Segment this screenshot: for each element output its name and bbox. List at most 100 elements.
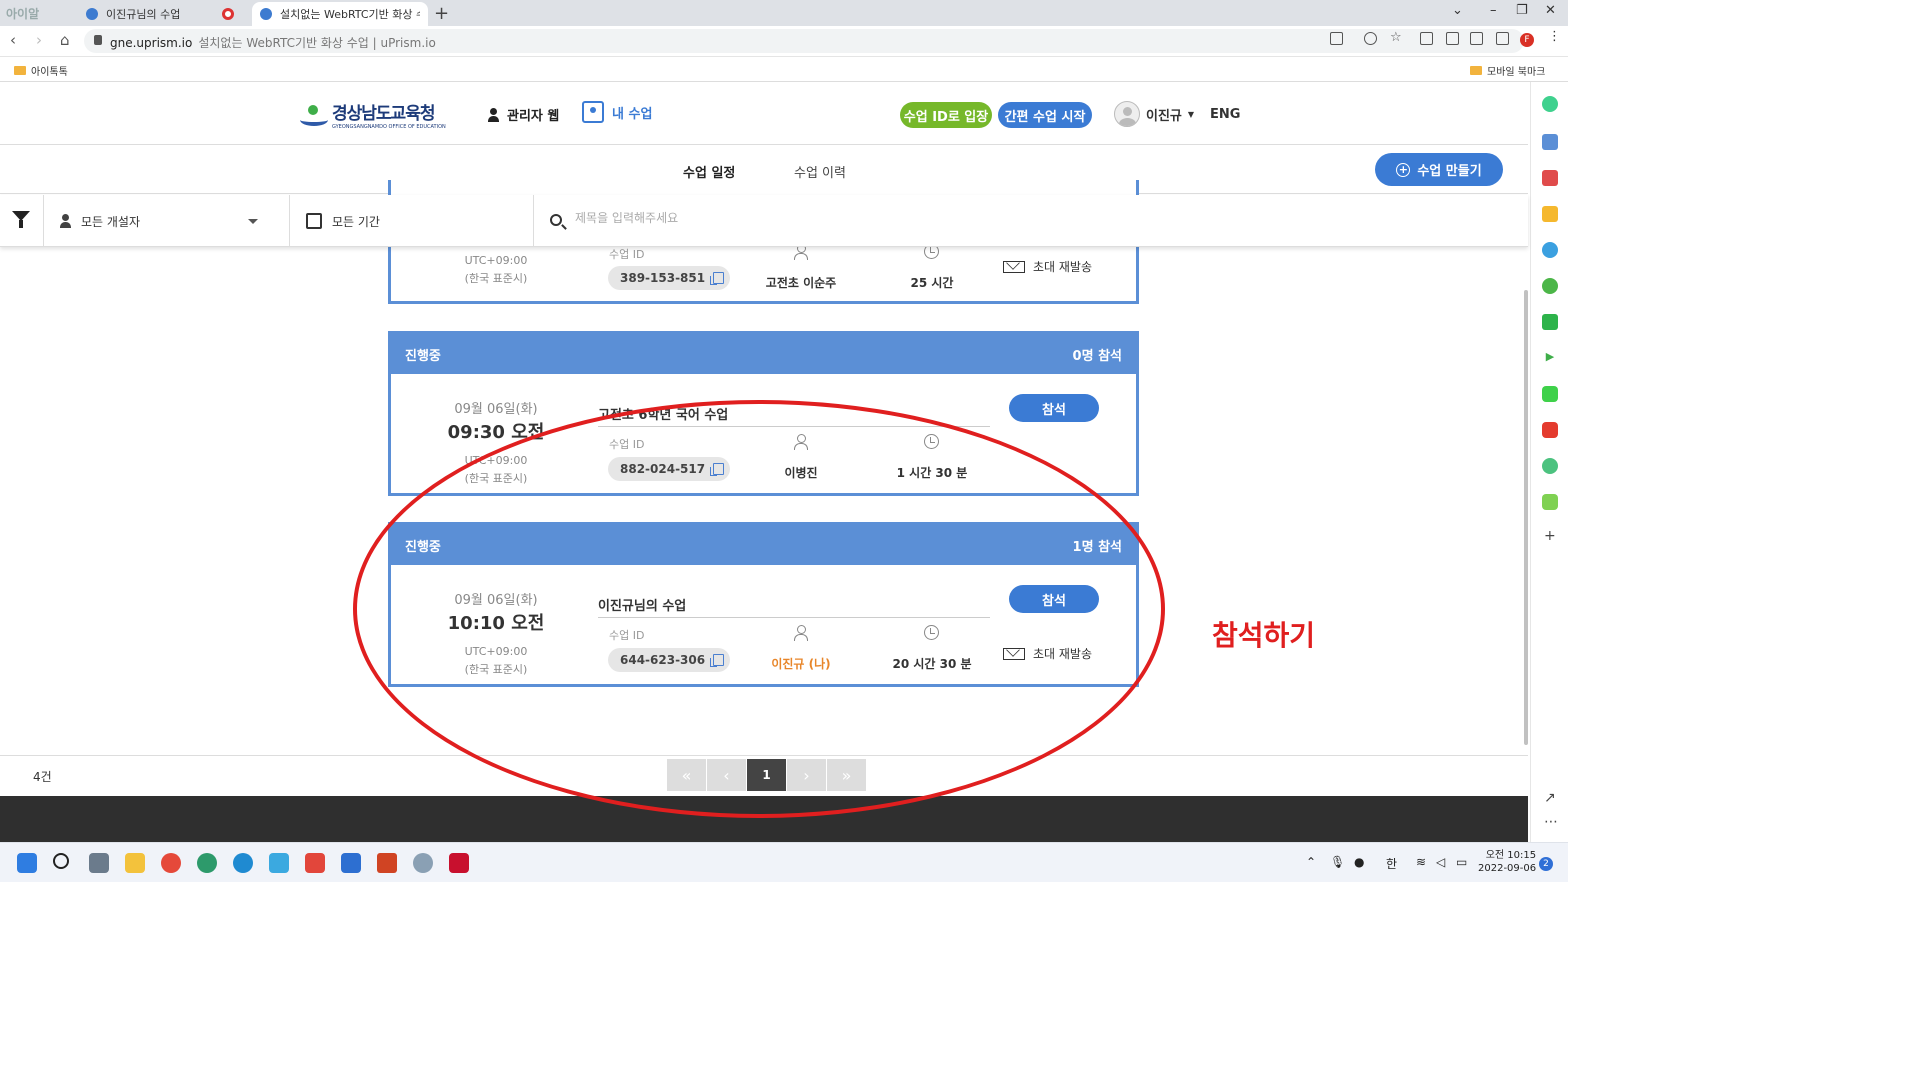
restore-button[interactable]: ❐ — [1516, 3, 1528, 18]
ime-indicator[interactable]: 한 — [1386, 855, 1397, 872]
browser-tab-1[interactable]: 이진규님의 수업 — [78, 2, 250, 26]
quick-start-button[interactable]: 간편 수업 시작 — [998, 102, 1092, 128]
browser-side-panel: ▶ + ↗ ⋯ — [1530, 82, 1568, 842]
prev-page-button[interactable]: ‹ — [707, 759, 747, 791]
chrome-icon[interactable] — [161, 853, 181, 873]
notification-badge[interactable]: 2 — [1539, 857, 1553, 871]
close-window-button[interactable]: ✕ — [1545, 3, 1556, 18]
acrobat-icon[interactable] — [449, 853, 469, 873]
extension-icon[interactable] — [1542, 96, 1558, 112]
class-id-value: 389-153-851 — [620, 271, 706, 285]
windows-start-icon[interactable] — [17, 853, 37, 873]
period-select[interactable]: 모든 기간 — [290, 195, 534, 247]
class-id-pill[interactable]: 389-153-851 — [608, 266, 730, 290]
sidepanel-toggle-icon[interactable] — [1496, 32, 1509, 45]
mic-icon[interactable]: 🎙 — [1330, 855, 1345, 869]
whale-icon[interactable] — [197, 853, 217, 873]
reload-translate-icon[interactable] — [1364, 32, 1377, 45]
game-icon[interactable] — [1542, 278, 1558, 294]
bookmark-folder-right[interactable]: 모바일 북마크 — [1470, 63, 1545, 78]
title-search-input[interactable] — [575, 211, 1475, 225]
tab-search-icon[interactable]: ⌄ — [1452, 3, 1463, 18]
bookmark-star-icon[interactable]: ☆ — [1390, 30, 1403, 45]
my-class-link[interactable]: 내 수업 — [582, 101, 652, 123]
tv-icon[interactable] — [1542, 386, 1558, 402]
last-page-button[interactable]: » — [827, 759, 867, 791]
create-class-button[interactable]: + 수업 만들기 — [1375, 153, 1503, 186]
powerpoint-icon[interactable] — [377, 853, 397, 873]
tab-schedule[interactable]: 수업 일정 — [681, 162, 735, 194]
class-id-value: 882-024-517 — [620, 462, 706, 476]
browser-tab-2-active[interactable]: 설치없는 WebRTC기반 화상 수업 — [252, 2, 428, 26]
logo-text-kr: 경상남도교육청 — [332, 104, 435, 124]
calculator-icon[interactable] — [89, 853, 109, 873]
bookmark-folder-left[interactable]: 아이톡톡 — [14, 63, 68, 78]
search-icon[interactable] — [53, 853, 69, 869]
naver-icon[interactable] — [1542, 314, 1558, 330]
tray-chevron-icon[interactable]: ⌃ — [1306, 855, 1316, 869]
record-icon[interactable] — [305, 853, 325, 873]
zoom-icon[interactable] — [1542, 494, 1558, 510]
tray-app-icon[interactable]: ● — [1354, 855, 1364, 869]
first-page-button[interactable]: « — [667, 759, 707, 791]
class-id-pill[interactable]: 644-623-306 — [608, 648, 730, 672]
media-icon[interactable] — [1542, 458, 1558, 474]
messenger-icon[interactable] — [413, 853, 433, 873]
wow-icon[interactable] — [1542, 422, 1558, 438]
join-button[interactable]: 참석 — [1009, 394, 1099, 422]
admin-web-link[interactable]: 관리자 웹 — [488, 105, 559, 124]
clock[interactable]: 오전 10:15 2022-09-06 — [1478, 849, 1536, 875]
more-icon[interactable]: ⋯ — [1544, 814, 1558, 830]
plus-circle-icon: + — [1396, 162, 1411, 177]
paint-icon[interactable] — [269, 853, 289, 873]
profile-avatar[interactable]: F — [1520, 33, 1534, 47]
copy-icon[interactable] — [710, 463, 725, 476]
class-id-value: 644-623-306 — [620, 653, 706, 667]
minimize-button[interactable]: – — [1490, 3, 1497, 18]
page-1-button[interactable]: 1 — [747, 759, 787, 791]
file-explorer-icon[interactable] — [125, 853, 145, 873]
annotation-note: 참석하기 — [1212, 619, 1316, 652]
home-icon[interactable]: ⌂ — [60, 31, 70, 49]
share-icon[interactable] — [1330, 32, 1343, 45]
edge-icon[interactable] — [1542, 242, 1558, 258]
tab-history[interactable]: 수업 이력 — [794, 162, 846, 181]
edge-icon[interactable] — [233, 853, 253, 873]
next-page-button[interactable]: › — [787, 759, 827, 791]
join-by-id-button[interactable]: 수업 ID로 입장 — [900, 102, 992, 128]
volume-icon[interactable]: ◁ — [1436, 855, 1445, 869]
class-title[interactable]: 이진규님의 수업 — [598, 595, 990, 618]
class-title[interactable]: 고전초 6학년 국어 수업 — [598, 404, 990, 427]
wallet-icon[interactable] — [1542, 134, 1558, 150]
forward-icon[interactable]: › — [36, 31, 42, 49]
resend-invite-label: 초대 재발송 — [1033, 647, 1093, 661]
filter-toggle[interactable] — [0, 195, 44, 247]
copy-icon[interactable] — [710, 272, 725, 285]
hancom-icon[interactable] — [341, 853, 361, 873]
resend-invite-button[interactable]: 초대 재발송 — [1003, 258, 1092, 275]
class-id-pill[interactable]: 882-024-517 — [608, 457, 730, 481]
cast-icon[interactable] — [1446, 32, 1459, 45]
logo[interactable]: 경상남도교육청 GYEONGSANGNAMDO OFFICE OF EDUCAT… — [300, 99, 446, 130]
battery-icon[interactable]: ▭ — [1456, 855, 1467, 869]
user-menu[interactable]: 이진규 ▼ — [1114, 101, 1194, 127]
wifi-icon[interactable]: ≋ — [1416, 855, 1426, 869]
download-icon[interactable] — [1420, 32, 1433, 45]
site-header: 경상남도교육청 GYEONGSANGNAMDO OFFICE OF EDUCAT… — [0, 83, 1528, 145]
join-button[interactable]: 참석 — [1009, 585, 1099, 613]
new-tab-button[interactable]: + — [434, 3, 449, 24]
screenshot-icon[interactable] — [1470, 32, 1483, 45]
host-select[interactable]: 모든 개설자 — [44, 195, 290, 247]
add-sidebar-icon[interactable]: + — [1544, 528, 1556, 544]
back-icon[interactable]: ‹ — [10, 31, 16, 49]
open-external-icon[interactable]: ↗ — [1544, 790, 1556, 806]
language-toggle[interactable]: ENG — [1210, 107, 1240, 122]
menu-kebab-icon[interactable]: ⋮ — [1548, 29, 1561, 44]
pocket-icon[interactable] — [1542, 170, 1558, 186]
resend-invite-button[interactable]: 초대 재발송 — [1003, 645, 1092, 662]
omnibox[interactable]: gne.uprism.io 설치없는 WebRTC기반 화상 수업 | uPris… — [84, 29, 1524, 53]
play-icon[interactable]: ▶ — [1542, 350, 1558, 366]
scrollbar[interactable] — [1524, 290, 1528, 745]
copy-icon[interactable] — [710, 654, 725, 667]
favorite-star-icon[interactable] — [1542, 206, 1558, 222]
